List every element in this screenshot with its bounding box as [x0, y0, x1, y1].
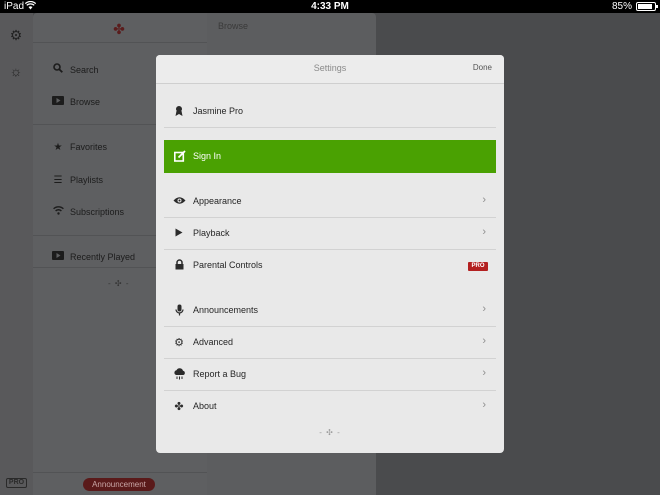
settings-modal: Settings Done Jasmine Pro Sign In Appear… — [156, 55, 504, 453]
settings-row-parental-controls[interactable]: Parental Controls PRO — [164, 250, 496, 282]
eye-icon — [172, 195, 186, 209]
row-label: Advanced — [193, 337, 234, 347]
sidebar-item-browse[interactable]: Browse — [51, 93, 100, 111]
row-label: Playback — [193, 228, 230, 238]
sidebar-item-playlists[interactable]: ☰ Playlists — [51, 171, 104, 189]
app-logo-icon: ✤ — [113, 21, 125, 37]
sidebar-item-label: Browse — [70, 97, 101, 107]
announcement-button[interactable]: Announcement — [83, 478, 155, 491]
row-label: Parental Controls — [193, 260, 263, 270]
search-icon — [51, 62, 65, 80]
edit-icon — [174, 150, 186, 162]
chevron-right-icon: › — [482, 335, 486, 347]
sidebar-item-recently-played[interactable]: Recently Played — [51, 248, 135, 266]
status-bar: iPad 4:33 PM 85% — [0, 0, 660, 13]
settings-row-playback[interactable]: Playback › — [164, 218, 496, 250]
sidebar-item-label: Subscriptions — [70, 207, 125, 217]
gears-icon: ⚙ — [174, 337, 184, 349]
award-icon — [172, 105, 186, 119]
sidebar-item-search[interactable]: Search — [51, 61, 99, 79]
row-label: Appearance — [193, 196, 242, 206]
bug-cloud-icon — [172, 368, 186, 382]
chevron-right-icon: › — [482, 399, 486, 411]
chevron-right-icon: › — [482, 303, 486, 315]
settings-row-report-bug[interactable]: Report a Bug › — [164, 359, 496, 391]
sidebar-item-label: Search — [70, 65, 99, 75]
pro-badge: PRO — [468, 262, 488, 271]
pro-badge[interactable]: PRO — [6, 478, 27, 488]
row-label: Report a Bug — [193, 369, 247, 379]
battery-percent: 85% — [611, 1, 632, 12]
sign-in-label: Sign In — [193, 151, 222, 161]
chevron-right-icon: › — [482, 194, 486, 206]
modal-header: Settings Done — [156, 55, 504, 84]
left-rail: ⚙ ☼ PRO — [0, 13, 33, 495]
row-label: About — [193, 401, 217, 411]
row-label: Announcements — [193, 305, 259, 315]
sidebar-item-subscriptions[interactable]: Subscriptions — [51, 203, 124, 221]
settings-row-advanced[interactable]: ⚙ Advanced › — [164, 327, 496, 359]
modal-ornament: - ✣ - — [319, 428, 341, 437]
sign-in-button[interactable]: Sign In — [164, 140, 496, 173]
browse-icon — [51, 94, 65, 112]
chevron-right-icon: › — [482, 367, 486, 379]
sidebar-item-label: Recently Played — [70, 252, 136, 262]
product-row[interactable]: Jasmine Pro — [164, 96, 496, 128]
sidebar-item-label: Favorites — [70, 142, 108, 152]
sidebar-item-favorites[interactable]: ★ Favorites — [51, 138, 108, 156]
star-icon: ★ — [53, 142, 63, 153]
settings-row-announcements[interactable]: Announcements › — [164, 295, 496, 327]
divider — [33, 42, 207, 43]
play-box-icon — [51, 249, 65, 267]
modal-title: Settings — [313, 63, 347, 73]
play-icon — [172, 227, 186, 241]
brightness-icon[interactable]: ☼ — [9, 64, 23, 78]
browse-title: Browse — [218, 21, 249, 31]
wifi-icon — [51, 204, 65, 222]
about-icon: ✤ — [174, 401, 184, 413]
microphone-icon — [172, 304, 186, 318]
settings-row-about[interactable]: ✤ About › — [164, 391, 496, 423]
sidebar-item-label: Playlists — [70, 175, 104, 185]
sidebar-ornament: - ✣ - — [108, 279, 130, 288]
lock-icon — [172, 259, 186, 273]
chevron-right-icon: › — [482, 226, 486, 238]
battery-icon — [636, 2, 658, 11]
settings-row-appearance[interactable]: Appearance › — [164, 186, 496, 218]
product-label: Jasmine Pro — [193, 106, 244, 116]
done-button[interactable]: Done — [473, 63, 492, 72]
divider — [33, 472, 207, 473]
clock: 4:33 PM — [311, 1, 349, 12]
list-icon: ☰ — [53, 175, 63, 186]
gear-icon[interactable]: ⚙ — [9, 28, 23, 42]
